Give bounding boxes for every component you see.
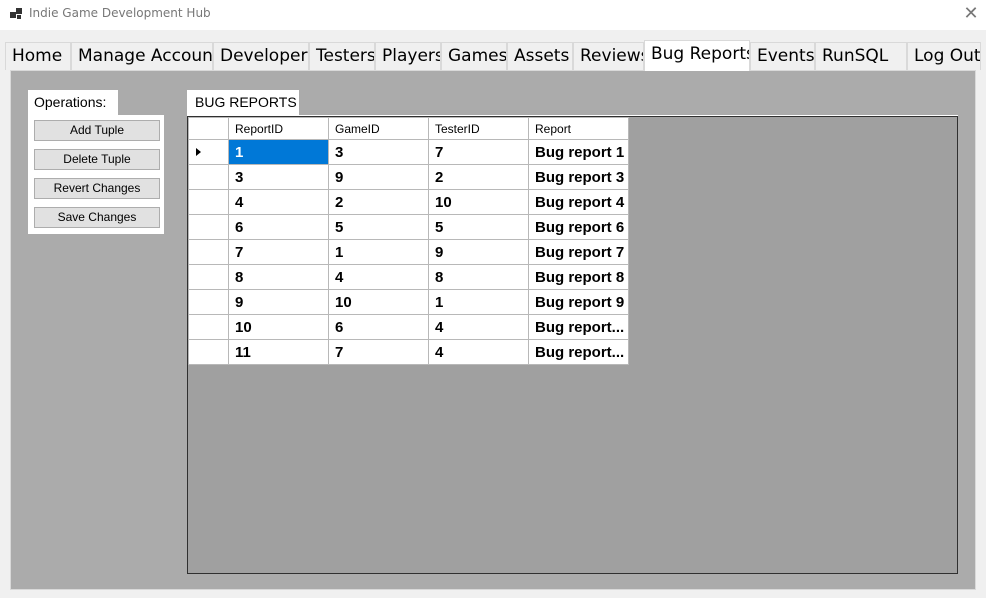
cell-report[interactable]: Bug report... [528, 339, 629, 365]
bug-reports-panel: ReportID GameID TesterID Report 1 3 7 Bug r… [187, 115, 958, 574]
cell-reportid[interactable]: 11 [228, 339, 329, 365]
cell-reportid[interactable]: 7 [228, 239, 329, 265]
column-header-gameid[interactable]: GameID [328, 117, 429, 140]
tab-page-bug-reports: Operations: Add Tuple Delete Tuple Rever… [10, 70, 976, 590]
cell-testerid[interactable]: 1 [428, 289, 529, 315]
cell-report[interactable]: Bug report 7 [528, 239, 629, 265]
save-changes-button[interactable]: Save Changes [34, 207, 160, 228]
header-row: ReportID GameID TesterID Report [188, 117, 629, 140]
row-header[interactable] [188, 139, 229, 165]
tab-events[interactable]: Events [750, 42, 815, 70]
cell-reportid[interactable]: 9 [228, 289, 329, 315]
cell-gameid[interactable]: 6 [328, 314, 429, 340]
cell-reportid[interactable]: 6 [228, 214, 329, 240]
bug-reports-grid[interactable]: ReportID GameID TesterID Report 1 3 7 Bug r… [187, 116, 958, 574]
cell-testerid[interactable]: 2 [428, 164, 529, 190]
window-title: Indie Game Development Hub [29, 6, 211, 20]
cell-testerid[interactable]: 5 [428, 214, 529, 240]
table-row[interactable]: 7 1 9 Bug report 7 [188, 239, 629, 265]
cell-report[interactable]: Bug report 6 [528, 214, 629, 240]
tab-manage-account[interactable]: Manage Account [71, 42, 213, 70]
tab-home[interactable]: Home [5, 42, 71, 70]
row-header[interactable] [188, 264, 229, 290]
data-grid-table: ReportID GameID TesterID Report 1 3 7 Bug r… [188, 117, 629, 365]
cell-report[interactable]: Bug report 1 [528, 139, 629, 165]
cell-reportid[interactable]: 1 [228, 139, 329, 165]
cell-gameid[interactable]: 5 [328, 214, 429, 240]
tab-players[interactable]: Players [375, 42, 441, 70]
bug-reports-title: BUG REPORTS [187, 90, 299, 115]
cell-gameid[interactable]: 2 [328, 189, 429, 215]
cell-testerid[interactable]: 4 [428, 314, 529, 340]
tab-runsql[interactable]: RunSQL [815, 42, 907, 70]
cell-gameid[interactable]: 9 [328, 164, 429, 190]
cell-testerid[interactable]: 4 [428, 339, 529, 365]
column-header-reportid[interactable]: ReportID [228, 117, 329, 140]
cell-report[interactable]: Bug report 8 [528, 264, 629, 290]
cell-report[interactable]: Bug report 4 [528, 189, 629, 215]
tab-developers[interactable]: Developers [213, 42, 309, 70]
table-row[interactable]: 6 5 5 Bug report 6 [188, 214, 629, 240]
operations-panel: Add Tuple Delete Tuple Revert Changes Sa… [28, 115, 164, 234]
current-row-arrow-icon [196, 148, 201, 156]
table-row[interactable]: 4 2 10 Bug report 4 [188, 189, 629, 215]
table-row[interactable]: 11 7 4 Bug report... [188, 339, 629, 365]
corner-header[interactable] [188, 117, 229, 140]
cell-testerid[interactable]: 10 [428, 189, 529, 215]
row-header[interactable] [188, 339, 229, 365]
tab-strip: Home Manage Account Developers Testers P… [0, 40, 986, 71]
row-header[interactable] [188, 164, 229, 190]
cell-report[interactable]: Bug report 3 [528, 164, 629, 190]
title-bar: Indie Game Development Hub ✕ [0, 0, 986, 30]
tab-reviews[interactable]: Reviews [573, 42, 644, 70]
app-icon [10, 8, 22, 20]
cell-testerid[interactable]: 9 [428, 239, 529, 265]
table-row[interactable]: 9 10 1 Bug report 9 [188, 289, 629, 315]
table-row[interactable]: 10 6 4 Bug report... [188, 314, 629, 340]
column-header-testerid[interactable]: TesterID [428, 117, 529, 140]
delete-tuple-button[interactable]: Delete Tuple [34, 149, 160, 170]
row-header[interactable] [188, 189, 229, 215]
table-row[interactable]: 8 4 8 Bug report 8 [188, 264, 629, 290]
cell-gameid[interactable]: 7 [328, 339, 429, 365]
cell-gameid[interactable]: 10 [328, 289, 429, 315]
table-row[interactable]: 3 9 2 Bug report 3 [188, 164, 629, 190]
row-header[interactable] [188, 239, 229, 265]
cell-reportid[interactable]: 4 [228, 189, 329, 215]
close-icon[interactable]: ✕ [956, 0, 986, 30]
cell-report[interactable]: Bug report... [528, 314, 629, 340]
row-header[interactable] [188, 289, 229, 315]
add-tuple-button[interactable]: Add Tuple [34, 120, 160, 141]
row-header[interactable] [188, 214, 229, 240]
cell-gameid[interactable]: 4 [328, 264, 429, 290]
tab-testers[interactable]: Testers [309, 42, 375, 70]
cell-reportid[interactable]: 10 [228, 314, 329, 340]
cell-reportid[interactable]: 3 [228, 164, 329, 190]
cell-testerid[interactable]: 8 [428, 264, 529, 290]
cell-reportid[interactable]: 8 [228, 264, 329, 290]
revert-changes-button[interactable]: Revert Changes [34, 178, 160, 199]
cell-testerid[interactable]: 7 [428, 139, 529, 165]
cell-gameid[interactable]: 1 [328, 239, 429, 265]
cell-report[interactable]: Bug report 9 [528, 289, 629, 315]
tab-bug-reports[interactable]: Bug Reports [644, 40, 750, 71]
table-row[interactable]: 1 3 7 Bug report 1 [188, 139, 629, 165]
column-header-report[interactable]: Report [528, 117, 629, 140]
tab-log-out[interactable]: Log Out [907, 42, 981, 70]
operations-title: Operations: [28, 90, 118, 115]
cell-gameid[interactable]: 3 [328, 139, 429, 165]
row-header[interactable] [188, 314, 229, 340]
tab-assets[interactable]: Assets [507, 42, 573, 70]
tab-games[interactable]: Games [441, 42, 507, 70]
